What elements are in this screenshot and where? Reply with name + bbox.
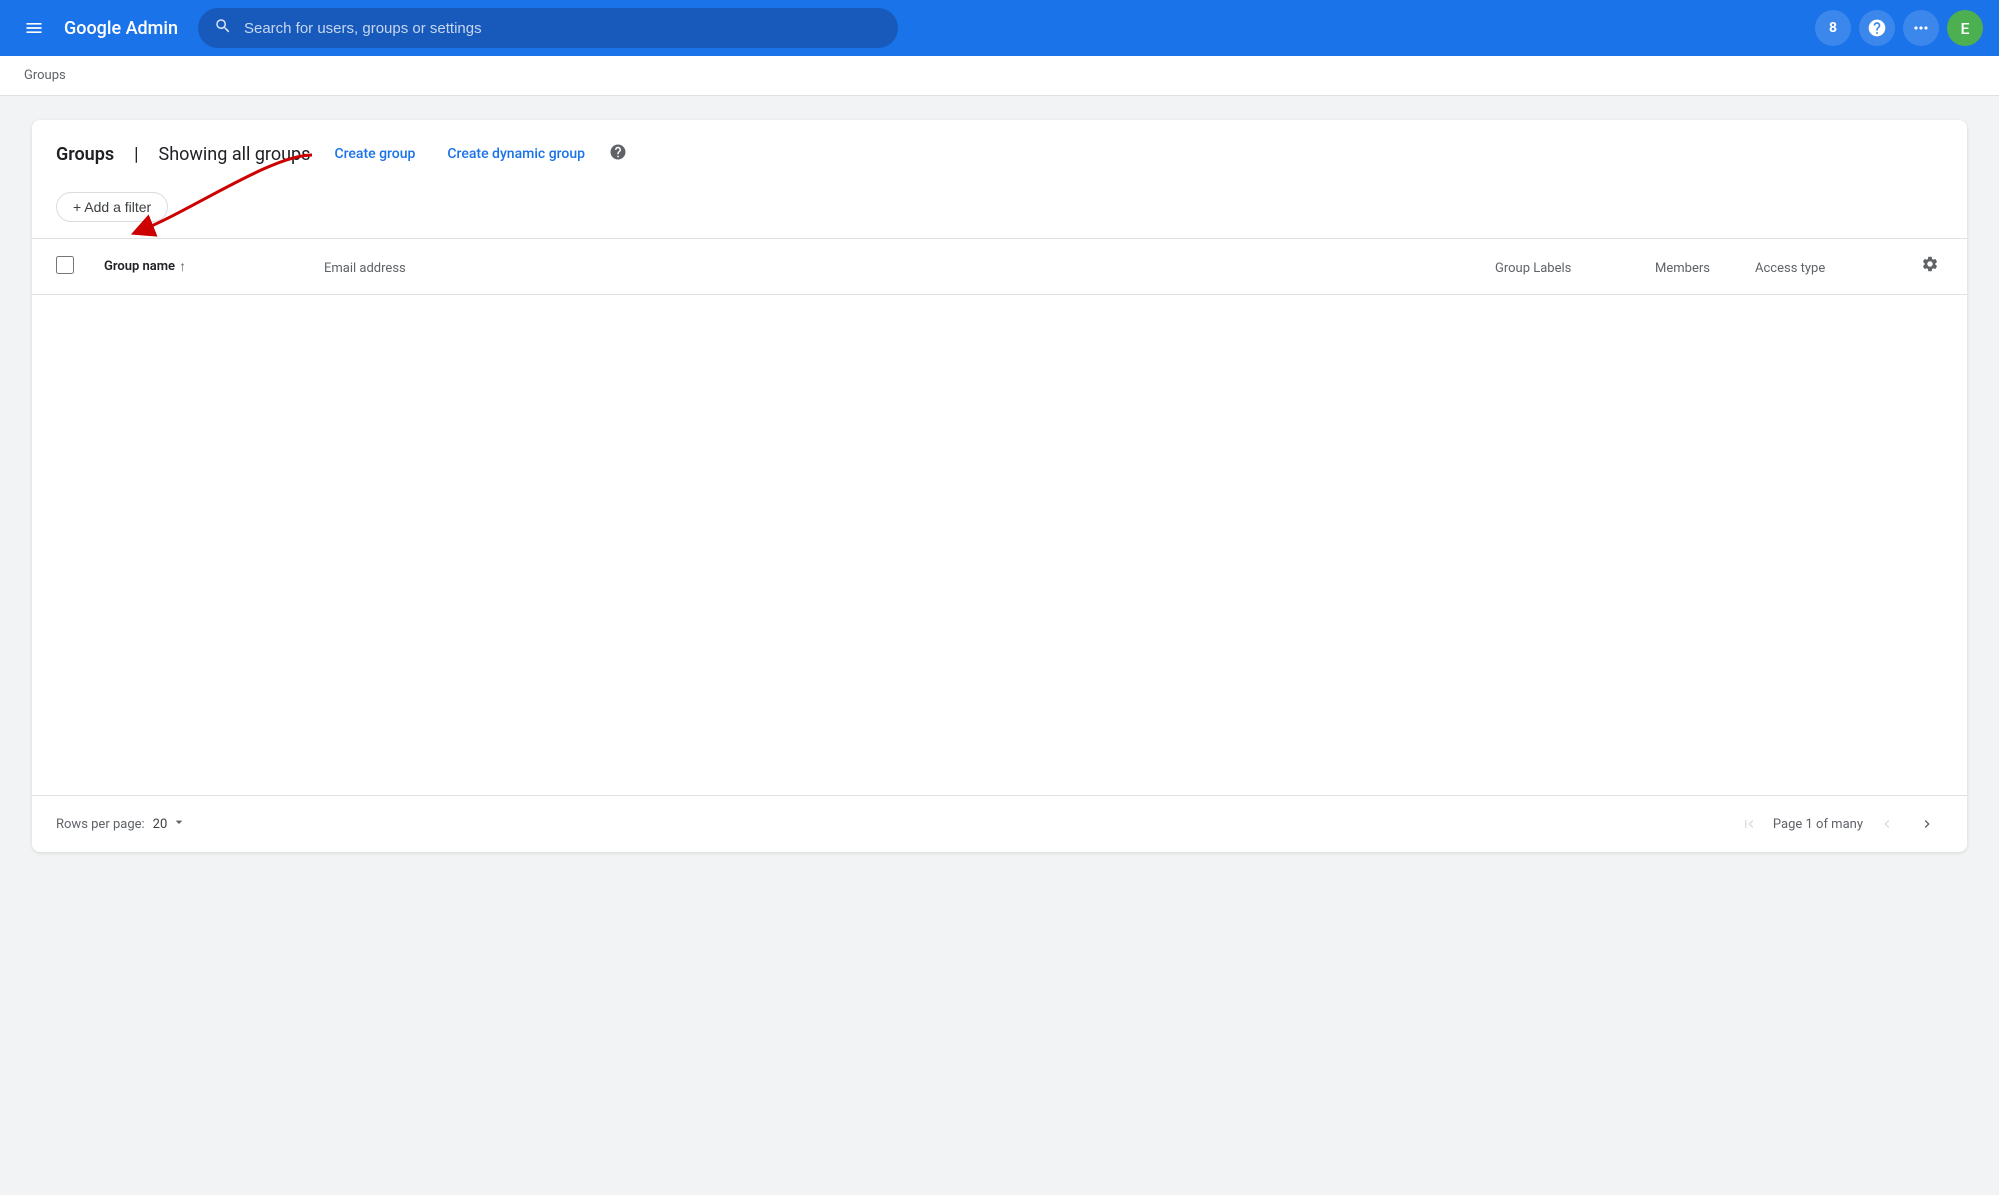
labels-header: Group Labels: [1495, 261, 1571, 276]
groups-card: Groups | Showing all groups Create group…: [32, 120, 1967, 852]
access-type-header: Access type: [1755, 261, 1825, 276]
card-help-icon[interactable]: [609, 143, 627, 166]
apps-icon-btn[interactable]: [1903, 10, 1939, 46]
support-icon-btn[interactable]: 8: [1815, 10, 1851, 46]
col-email: Email address: [324, 257, 1495, 276]
rows-per-page-select[interactable]: 20: [153, 814, 188, 834]
table-footer: Rows per page: 20 Page 1 of many: [32, 795, 1967, 852]
main-content: Groups | Showing all groups Create group…: [0, 96, 1999, 876]
table-header: Group name ↑ Email address Group Labels …: [32, 239, 1967, 295]
create-group-link[interactable]: Create group: [326, 140, 423, 168]
user-avatar[interactable]: E: [1947, 10, 1983, 46]
sort-up-icon: ↑: [179, 258, 186, 275]
page-info: Page 1 of many: [1773, 817, 1863, 832]
create-dynamic-group-link[interactable]: Create dynamic group: [439, 140, 593, 168]
table-body: [32, 295, 1967, 795]
search-input[interactable]: [244, 20, 882, 37]
filter-bar: + Add a filter: [32, 184, 1967, 239]
members-header: Members: [1655, 261, 1710, 276]
select-all-checkbox[interactable]: [56, 256, 74, 274]
logo-text: Google Admin: [64, 18, 178, 39]
select-all-checkbox-col: [56, 256, 104, 278]
title-separator: |: [134, 144, 138, 165]
topbar: Google Admin 8 E: [0, 0, 1999, 56]
breadcrumb-bar: Groups: [0, 56, 1999, 96]
next-page-button[interactable]: [1911, 808, 1943, 840]
add-filter-button[interactable]: + Add a filter: [56, 192, 168, 222]
col-group-name[interactable]: Group name ↑: [104, 258, 324, 275]
add-filter-label: + Add a filter: [73, 199, 151, 215]
google-admin-logo[interactable]: Google Admin: [64, 18, 178, 39]
showing-all-label: Showing all groups: [159, 144, 311, 165]
rows-dropdown-icon: [171, 814, 187, 834]
settings-icon[interactable]: [1917, 251, 1943, 282]
search-bar: [198, 8, 898, 48]
card-header: Groups | Showing all groups Create group…: [32, 120, 1967, 184]
email-header: Email address: [324, 261, 406, 276]
col-settings: [1895, 251, 1943, 282]
first-page-button[interactable]: [1733, 808, 1765, 840]
col-labels: Group Labels: [1495, 257, 1655, 276]
breadcrumb: Groups: [24, 68, 66, 83]
topbar-right-icons: 8 E: [1815, 10, 1983, 46]
rows-per-page-control: Rows per page: 20: [56, 814, 187, 834]
group-name-header: Group name: [104, 259, 175, 274]
col-access: Access type: [1755, 257, 1895, 276]
prev-page-button[interactable]: [1871, 808, 1903, 840]
search-icon: [214, 17, 232, 40]
pagination-controls: Page 1 of many: [1733, 808, 1943, 840]
menu-icon[interactable]: [16, 10, 52, 46]
col-members: Members: [1655, 257, 1755, 276]
help-icon-btn[interactable]: [1859, 10, 1895, 46]
rows-per-page-label: Rows per page:: [56, 817, 145, 832]
groups-title-bold: Groups: [56, 144, 114, 165]
rows-per-page-value: 20: [153, 817, 168, 832]
